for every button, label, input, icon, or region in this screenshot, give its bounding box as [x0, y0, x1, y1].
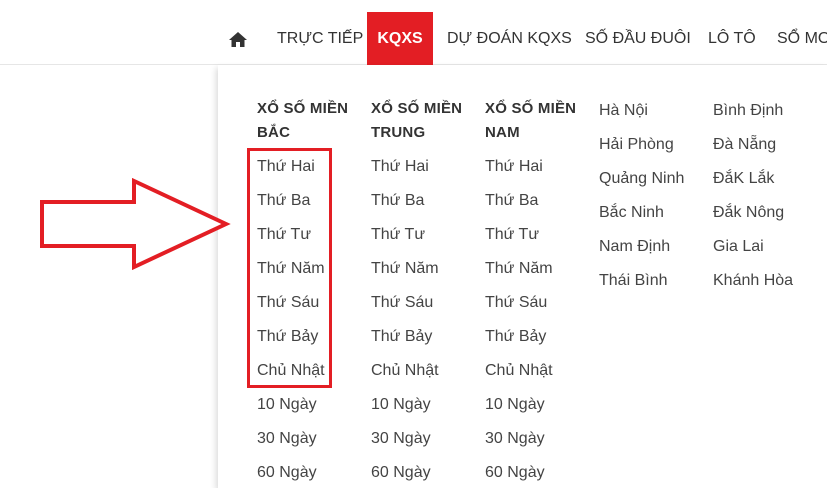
mien-nam-link[interactable]: Thứ Tư — [485, 226, 539, 244]
column-title-line: XỔ SỐ MIỀN — [371, 100, 463, 117]
mien-trung-link[interactable]: Thứ Hai — [371, 158, 429, 176]
column-title-line: BẮC — [257, 124, 291, 141]
main-navbar: TRỰC TIẾP KQXS DỰ ĐOÁN KQXS SỐ ĐẦU ĐUÔI … — [0, 12, 827, 65]
column-title-mien-trung: XỔ SỐ MIỀN TRUNG — [371, 97, 462, 145]
mien-nam-link[interactable]: 60 Ngày — [485, 464, 545, 482]
mien-nam-link[interactable]: Thứ Hai — [485, 158, 543, 176]
mien-nam-link[interactable]: Chủ Nhật — [485, 362, 553, 380]
column-title-line: TRUNG — [371, 124, 426, 141]
mien-trung-link[interactable]: 10 Ngày — [371, 396, 431, 414]
province-link[interactable]: Quảng Ninh — [599, 170, 684, 188]
mien-trung-link[interactable]: Thứ Sáu — [371, 294, 433, 312]
home-icon[interactable] — [228, 30, 248, 48]
province-link[interactable]: Gia Lai — [713, 238, 764, 256]
province-link[interactable]: Thái Bình — [599, 272, 667, 290]
mien-bac-link[interactable]: 10 Ngày — [257, 396, 317, 414]
mien-nam-link[interactable]: 30 Ngày — [485, 430, 545, 448]
province-link[interactable]: ĐắK Lắk — [713, 170, 774, 188]
nav-item-so-dau-duoi[interactable]: SỐ ĐẦU ĐUÔI — [585, 12, 691, 65]
column-title-line: XỔ SỐ MIỀN — [257, 100, 349, 117]
mien-trung-link[interactable]: Thứ Tư — [371, 226, 425, 244]
mien-trung-link[interactable]: 60 Ngày — [371, 464, 431, 482]
mien-trung-link[interactable]: Chủ Nhật — [371, 362, 439, 380]
mien-nam-link[interactable]: Thứ Ba — [485, 192, 538, 210]
province-link[interactable]: Hà Nội — [599, 102, 648, 120]
mien-nam-link[interactable]: Thứ Bảy — [485, 328, 546, 346]
province-link[interactable]: Khánh Hòa — [713, 272, 793, 290]
mien-trung-link[interactable]: Thứ Ba — [371, 192, 424, 210]
mien-bac-link[interactable]: 30 Ngày — [257, 430, 317, 448]
province-link[interactable]: Hải Phòng — [599, 136, 674, 154]
mien-bac-link[interactable]: 60 Ngày — [257, 464, 317, 482]
top-strip — [0, 0, 827, 12]
province-link[interactable]: Nam Định — [599, 238, 670, 256]
mien-nam-link[interactable]: 10 Ngày — [485, 396, 545, 414]
province-link[interactable]: Đắk Nông — [713, 204, 784, 222]
nav-item-so-mo[interactable]: SỔ MƠ — [777, 12, 827, 65]
mien-trung-link[interactable]: Thứ Năm — [371, 260, 439, 278]
province-link[interactable]: Bắc Ninh — [599, 204, 664, 222]
province-link[interactable]: Đà Nẵng — [713, 136, 776, 154]
mien-nam-link[interactable]: Thứ Sáu — [485, 294, 547, 312]
column-title-mien-bac: XỔ SỐ MIỀN BẮC — [257, 97, 348, 145]
nav-item-kqxs[interactable]: KQXS — [367, 12, 433, 65]
mien-trung-link[interactable]: 30 Ngày — [371, 430, 431, 448]
province-link[interactable]: Bình Định — [713, 102, 783, 120]
mien-nam-link[interactable]: Thứ Năm — [485, 260, 553, 278]
right-arrow-icon — [40, 178, 231, 270]
nav-item-lo-to[interactable]: LÔ TÔ — [708, 12, 756, 65]
mien-trung-link[interactable]: Thứ Bảy — [371, 328, 432, 346]
column-title-line: NAM — [485, 124, 520, 141]
column-title-mien-nam: XỔ SỐ MIỀN NAM — [485, 97, 576, 145]
annotation-highlight-box — [247, 148, 332, 388]
nav-item-du-doan-kqxs[interactable]: DỰ ĐOÁN KQXS — [447, 12, 572, 65]
column-title-line: XỔ SỐ MIỀN — [485, 100, 577, 117]
nav-item-truc-tiep[interactable]: TRỰC TIẾP — [277, 12, 363, 65]
